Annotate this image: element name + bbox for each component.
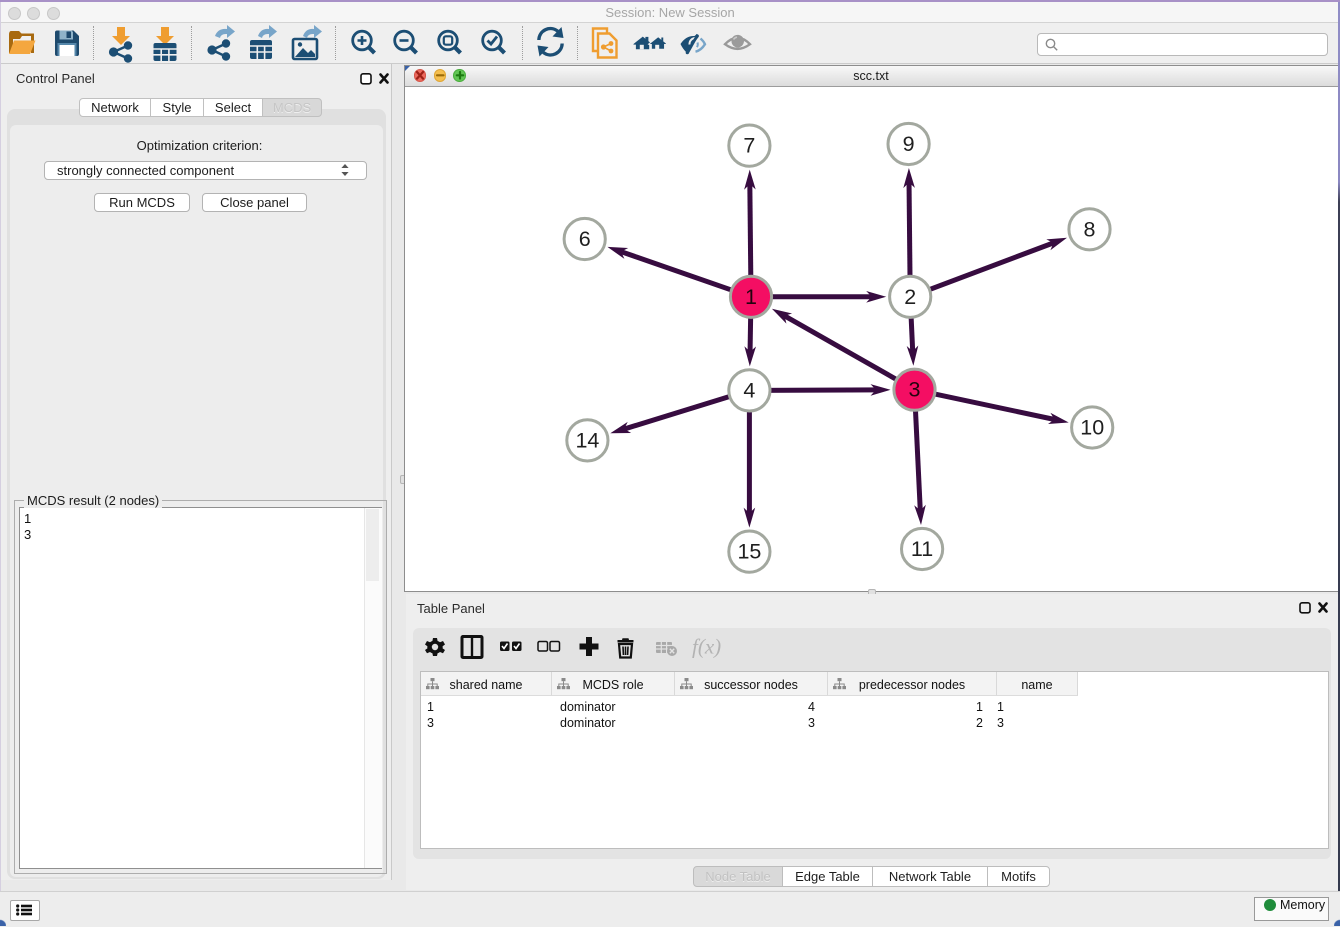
svg-text:3: 3 <box>909 378 921 402</box>
svg-text:f(x): f(x) <box>692 635 721 659</box>
svg-text:14: 14 <box>575 428 599 452</box>
svg-text:10: 10 <box>1080 416 1104 440</box>
svg-text:2: 2 <box>904 285 916 309</box>
svg-text:11: 11 <box>911 537 933 561</box>
svg-text:15: 15 <box>737 540 761 564</box>
svg-text:9: 9 <box>903 132 915 156</box>
svg-text:8: 8 <box>1084 217 1096 241</box>
svg-text:4: 4 <box>743 378 755 402</box>
svg-text:7: 7 <box>743 134 755 158</box>
svg-text:6: 6 <box>579 227 591 251</box>
svg-text:1: 1 <box>745 285 757 309</box>
